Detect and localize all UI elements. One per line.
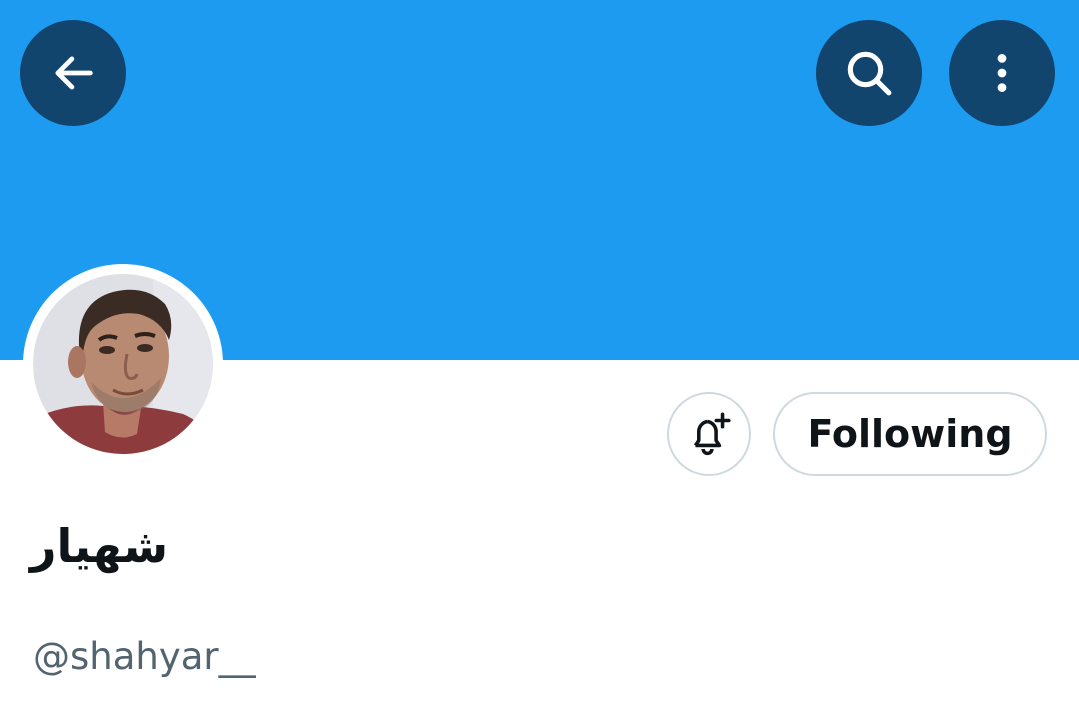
more-options-button[interactable] bbox=[949, 20, 1055, 126]
back-button[interactable] bbox=[20, 20, 126, 126]
avatar[interactable] bbox=[23, 264, 223, 464]
profile-handle: @shahyar__ bbox=[33, 635, 256, 678]
bell-plus-icon bbox=[693, 412, 731, 456]
profile-display-name: شهیار bbox=[30, 519, 169, 573]
search-button[interactable] bbox=[816, 20, 922, 126]
notifications-toggle-button[interactable] bbox=[667, 392, 751, 476]
arrow-left-icon bbox=[55, 56, 93, 90]
following-button[interactable]: Following bbox=[773, 392, 1047, 476]
more-vertical-icon bbox=[997, 54, 1007, 92]
search-icon bbox=[847, 51, 892, 96]
profile-photo bbox=[33, 274, 213, 454]
